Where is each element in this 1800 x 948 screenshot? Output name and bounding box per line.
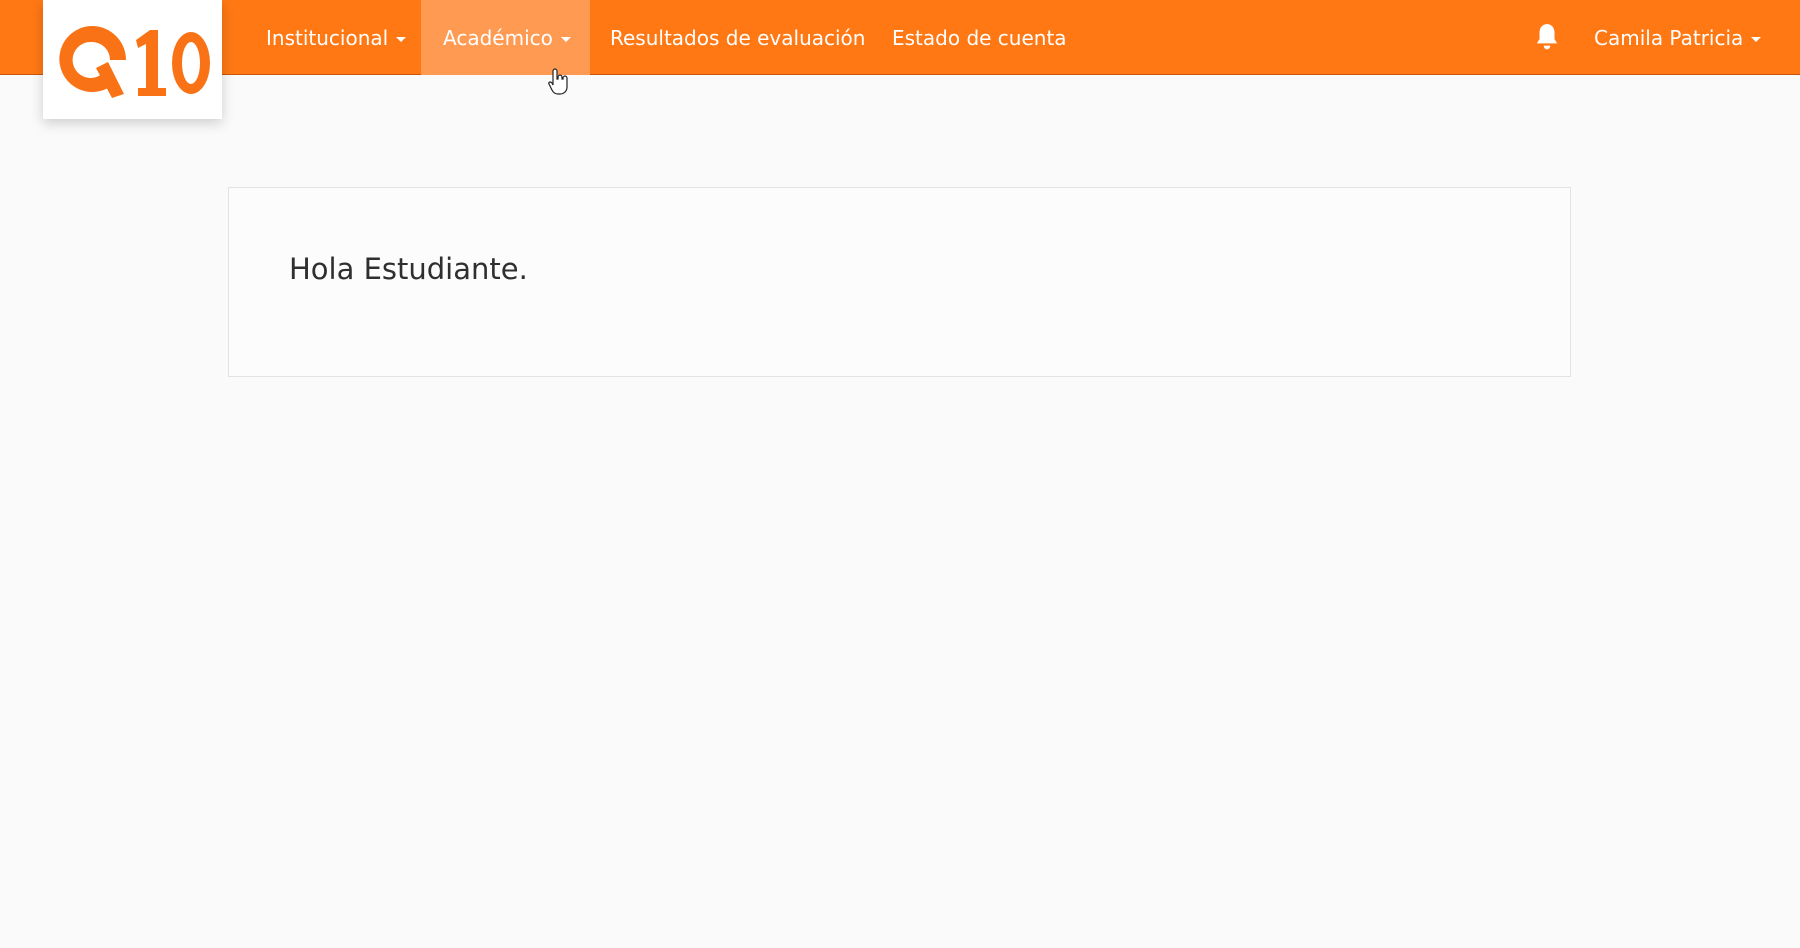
q10-logo-mark (58, 25, 210, 98)
nav-item-academico-label: Académico (443, 25, 553, 50)
greeting-text: Hola Estudiante. (289, 252, 528, 286)
chevron-down-icon (1751, 36, 1762, 42)
nav-item-institucional[interactable]: Institucional (250, 0, 422, 75)
bell-icon (1536, 24, 1558, 50)
top-navbar: Institucional Académico Resultados de ev… (0, 0, 1800, 75)
chevron-down-icon (560, 36, 571, 42)
nav-item-institucional-label: Institucional (266, 25, 389, 50)
welcome-card: Hola Estudiante. (228, 187, 1571, 377)
q10-logo[interactable] (43, 0, 222, 119)
nav-item-resultados-de-evaluacion[interactable]: Resultados de evaluación (598, 0, 877, 75)
nav-item-estado-de-cuenta[interactable]: Estado de cuenta (880, 0, 1079, 75)
user-name: Camila Patricia (1594, 25, 1744, 50)
notifications-button[interactable] (1532, 20, 1562, 54)
nav-item-academico[interactable]: Académico (421, 0, 590, 75)
nav-item-estado-label: Estado de cuenta (892, 25, 1067, 50)
user-menu[interactable]: Camila Patricia (1584, 0, 1771, 75)
chevron-down-icon (396, 36, 407, 42)
nav-item-resultados-label: Resultados de evaluación (610, 25, 866, 50)
